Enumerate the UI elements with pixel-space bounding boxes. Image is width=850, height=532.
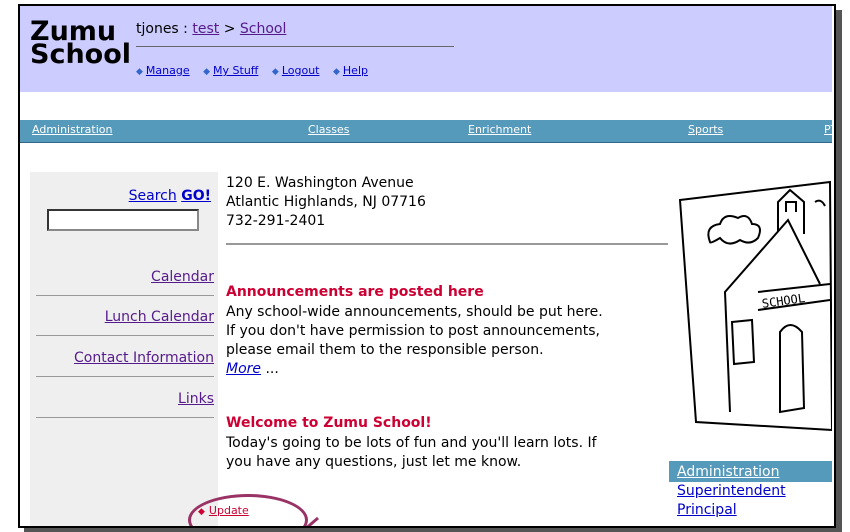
tab-sports[interactable]: Sports: [688, 123, 723, 136]
breadcrumb-site-link[interactable]: test: [192, 21, 219, 37]
admin-link-principal[interactable]: Principal: [677, 502, 737, 518]
sidebar-divider: [36, 417, 214, 418]
announcement-line: Any school-wide announcements, should be…: [226, 304, 603, 320]
sidebar-divider: [36, 376, 214, 377]
address-city: Atlantic Highlands, NJ 07716: [226, 194, 426, 210]
section-tab-bar: Administration Classes Enrichment Sports…: [20, 120, 832, 143]
more-ellipsis: ...: [261, 361, 279, 377]
tab-administration[interactable]: Administration: [32, 123, 113, 136]
logo-line-2: School: [30, 39, 132, 70]
welcome-body: Today's going to be lots of fun and you'…: [226, 434, 676, 472]
sidebar-item-calendar[interactable]: Calendar: [151, 269, 214, 285]
admin-panel-header-link[interactable]: Administration: [677, 464, 779, 480]
frame-border-bottom: [18, 526, 836, 528]
frame-shadow: [836, 10, 842, 530]
sidebar-link-lunch-calendar[interactable]: Lunch Calendar: [105, 309, 214, 325]
search-input[interactable]: [47, 209, 199, 231]
diamond-icon: ◆: [136, 67, 143, 77]
drawing-paper: [678, 180, 832, 432]
cloud-shape: [707, 215, 761, 245]
sign-line: [757, 283, 831, 293]
sidebar-divider: [36, 295, 214, 296]
breadcrumb-user: tjones: [136, 21, 179, 37]
admin-link-superintendent[interactable]: Superintendent: [677, 483, 786, 499]
welcome-line: Today's going to be lots of fun and you'…: [226, 435, 597, 451]
admin-panel-header: Administration: [669, 461, 832, 482]
breadcrumb-sep: :: [178, 21, 193, 37]
breadcrumb: tjones : test > School: [136, 21, 286, 37]
diamond-icon: ◆: [332, 67, 340, 77]
admin-panel-item[interactable]: Principal: [669, 501, 832, 520]
sidebar-link-contact-information[interactable]: Contact Information: [74, 350, 214, 366]
search-go-button[interactable]: GO!: [181, 188, 211, 204]
school-window: [730, 318, 756, 366]
announcement-line: please email them to the responsible per…: [226, 342, 544, 358]
nav-help-link[interactable]: Help: [343, 64, 368, 77]
pointer-arrow-icon: [306, 516, 319, 526]
tab-classes[interactable]: Classes: [308, 123, 349, 136]
diamond-icon: ◆: [271, 67, 279, 77]
frame-shadow-bottom: [24, 528, 842, 532]
school-door: [779, 324, 806, 414]
nav-help[interactable]: ◆ Help: [333, 64, 368, 77]
nav-my-stuff-link[interactable]: My Stuff: [213, 64, 258, 77]
frame-border-right: [834, 4, 836, 528]
sidebar-link-calendar[interactable]: Calendar: [151, 269, 214, 285]
diamond-icon: ◆: [203, 67, 211, 77]
top-nav: ◆ Manage ◆ My Stuff ◆ Logout ◆ Help: [136, 64, 378, 77]
address-divider: [226, 243, 668, 245]
nav-manage[interactable]: ◆ Manage: [136, 64, 190, 77]
search-label: Search GO!: [129, 188, 211, 204]
school-roof: [723, 218, 821, 413]
browser-viewport: Zumu School tjones : test > School ◆ Mana…: [20, 6, 832, 526]
admin-panel-item[interactable]: Superintendent: [669, 482, 832, 501]
announcement-line: If you don't have permission to post ann…: [226, 323, 600, 339]
site-logo[interactable]: Zumu School: [30, 18, 132, 70]
more-link[interactable]: More: [226, 361, 261, 377]
nav-logout[interactable]: ◆ Logout: [272, 64, 320, 77]
left-sidebar: Search GO! Calendar Lunch Calendar Conta…: [30, 172, 218, 526]
address-street: 120 E. Washington Avenue: [226, 175, 414, 191]
page-header: Zumu School tjones : test > School ◆ Mana…: [20, 6, 832, 92]
sidebar-link-links[interactable]: Links: [178, 391, 214, 407]
tab-pt[interactable]: PT: [824, 123, 832, 136]
address-phone: 732-291-2401: [226, 213, 326, 229]
sun-stroke: [814, 199, 826, 207]
tower-window: [785, 201, 797, 212]
breadcrumb-page-link[interactable]: School: [240, 21, 286, 37]
breadcrumb-divider: [136, 46, 454, 47]
admin-panel: Administration Superintendent Principal: [669, 461, 832, 526]
welcome-line: you have any questions, just let me know…: [226, 454, 522, 470]
school-drawing: SCHOOL: [678, 180, 832, 432]
nav-manage-link[interactable]: Manage: [146, 64, 190, 77]
search-link[interactable]: Search: [129, 188, 177, 204]
sidebar-item-lunch-calendar[interactable]: Lunch Calendar: [105, 309, 214, 325]
nav-my-stuff[interactable]: ◆ My Stuff: [203, 64, 258, 77]
nav-logout-link[interactable]: Logout: [282, 64, 320, 77]
announcement-body: Any school-wide announcements, should be…: [226, 303, 676, 379]
breadcrumb-sep: >: [219, 21, 240, 37]
sidebar-item-contact-information[interactable]: Contact Information: [74, 350, 214, 366]
school-address: 120 E. Washington Avenue Atlantic Highla…: [226, 174, 426, 231]
announcement-title: Announcements are posted here: [226, 284, 484, 300]
drawing-sign-text: SCHOOL: [761, 291, 806, 311]
welcome-title: Welcome to Zumu School!: [226, 415, 432, 431]
sidebar-item-links[interactable]: Links: [178, 391, 214, 407]
tab-enrichment[interactable]: Enrichment: [468, 123, 531, 136]
sidebar-divider: [36, 335, 214, 336]
